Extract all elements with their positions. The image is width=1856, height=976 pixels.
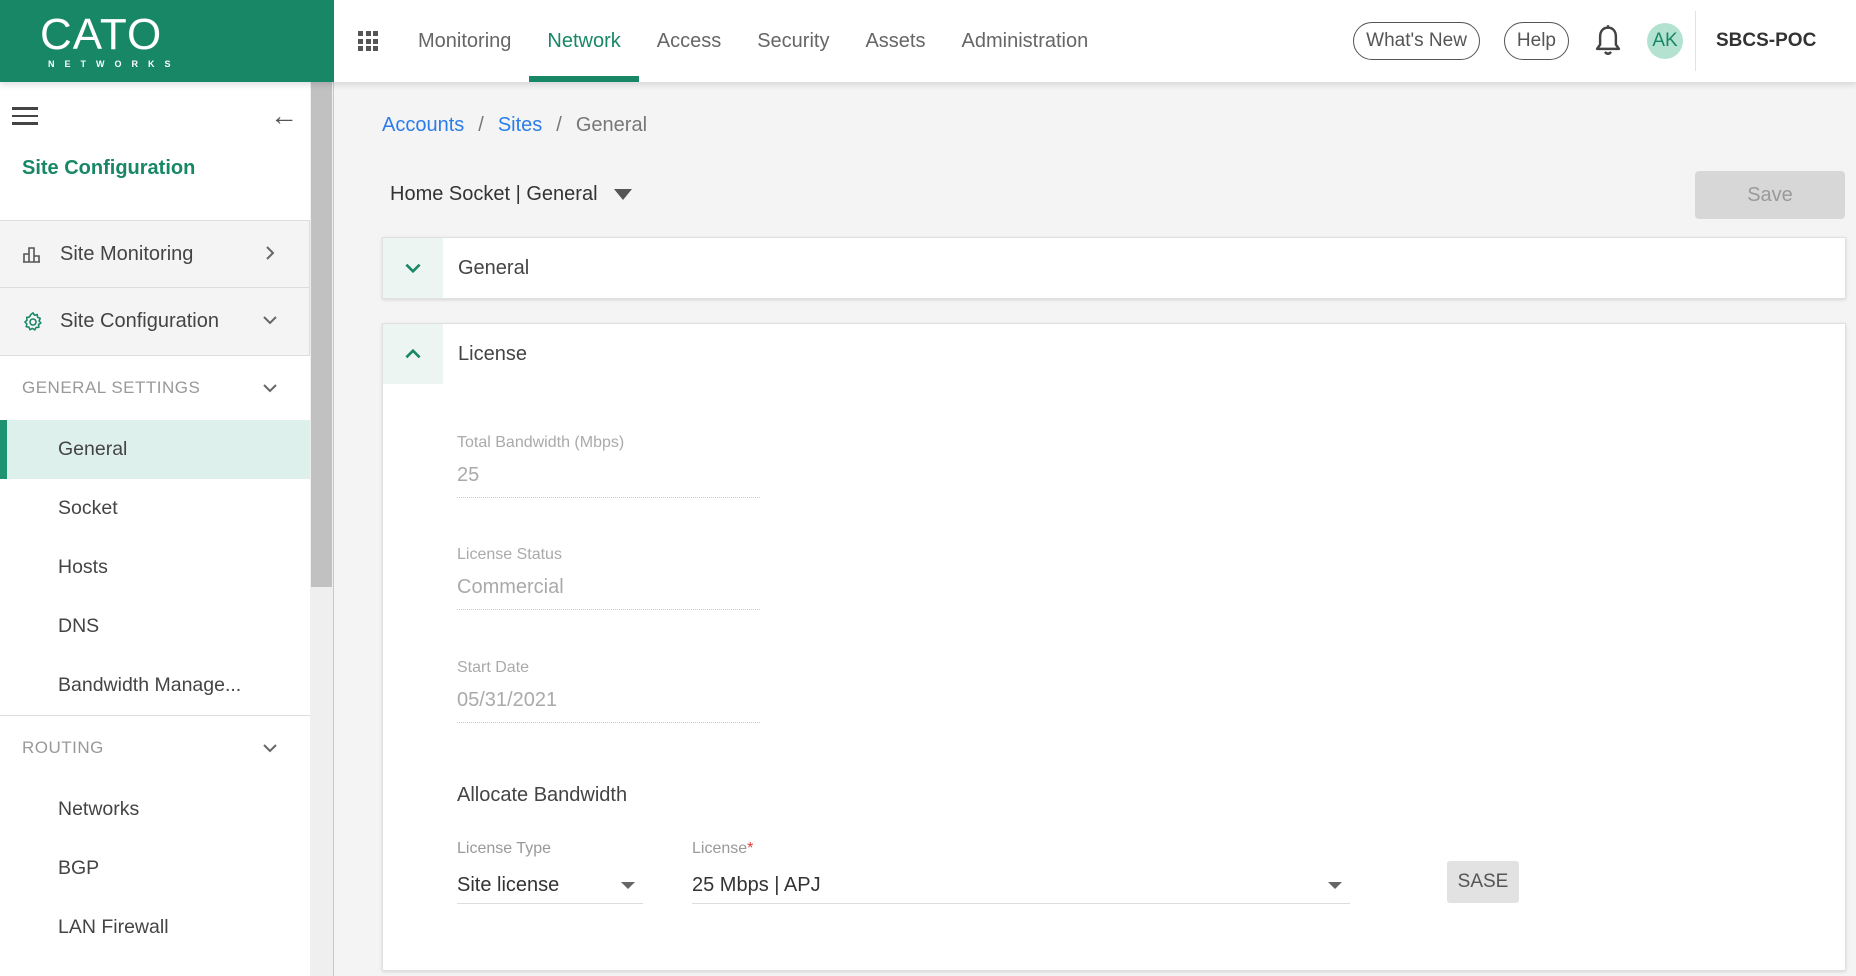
field-label: License* [692,840,1350,858]
start-date-field: Start Date 05/31/2021 [457,659,760,723]
caret-down-icon [613,189,632,200]
gear-icon [22,311,44,333]
breadcrumb-accounts[interactable]: Accounts [382,114,464,137]
sidebar-item-bandwidth-management[interactable]: Bandwidth Manage... [0,656,310,715]
group-label: GENERAL SETTINGS [22,378,201,397]
select-value: Site license [457,874,560,896]
panel-general: General [382,237,1846,299]
license-select[interactable]: 25 Mbps | APJ [692,868,1350,904]
nav-network[interactable]: Network [529,0,640,82]
panel-license-header[interactable]: License [383,324,1845,384]
field-value: 05/31/2021 [457,689,760,723]
nav-security[interactable]: Security [739,0,847,82]
header-actions: What's New Help AK SBCS-POC [1353,0,1856,82]
sidebar-item-general[interactable]: General [0,420,310,479]
select-value: 25 Mbps | APJ [692,874,821,896]
sidebar-item-networks[interactable]: Networks [0,780,310,839]
sidebar-scrollbar-thumb[interactable] [311,82,332,587]
save-button[interactable]: Save [1695,171,1845,219]
header-divider [1695,11,1696,71]
sidebar-item-lan-firewall[interactable]: LAN Firewall [0,898,310,957]
bell-icon[interactable] [1593,24,1623,58]
dropdown-arrow-icon [1328,882,1342,889]
user-avatar[interactable]: AK [1647,23,1683,59]
sidebar-item-hosts[interactable]: Hosts [0,538,310,597]
license-label-text: License [692,840,748,857]
license-status-field: License Status Commercial [457,546,760,610]
group-general-settings[interactable]: GENERAL SETTINGS [0,356,310,420]
chevron-down-icon [263,744,277,753]
logo-subtext: NETWORKS [48,58,181,69]
help-button[interactable]: Help [1503,22,1569,60]
sidebar-top: ← [0,82,310,154]
field-label: Total Bandwidth (Mbps) [457,434,625,451]
panel-title: License [458,342,527,365]
sidebar-section-site-configuration[interactable]: Site Configuration [0,288,310,356]
nav-assets[interactable]: Assets [847,0,943,82]
sidebar-section-label: Site Monitoring [60,242,194,265]
required-asterisk: * [747,840,754,857]
breadcrumb-current: General [575,114,648,136]
sidebar-item-backhauling[interactable]: Backhauling [0,957,310,976]
sidebar-item-socket[interactable]: Socket [0,479,310,538]
panel-general-header[interactable]: General [383,238,1845,298]
license-type-select[interactable]: Site license [457,868,643,904]
account-name[interactable]: SBCS-POC [1716,30,1856,52]
chevron-right-icon [266,246,275,260]
page-selector-label: Home Socket | General [390,183,598,205]
allocate-bandwidth-title: Allocate Bandwidth [457,784,628,806]
bar-chart-icon [22,244,44,264]
group-label: ROUTING [22,738,104,757]
chevron-down-icon [263,316,277,325]
breadcrumb: Accounts / Sites / General [382,114,647,137]
breadcrumb-sites[interactable]: Sites [498,114,542,137]
sidebar: ← Site Configuration Site Monitoring Sit… [0,82,310,976]
sidebar-section-label: Site Configuration [60,310,219,332]
group-routing[interactable]: ROUTING [0,716,310,780]
total-bandwidth-field: Total Bandwidth (Mbps) 25 [457,434,760,498]
panel-title: General [458,256,530,279]
field-value: 25 [457,464,760,498]
chevron-up-icon [405,348,421,359]
field-label: License Status [457,546,562,563]
sase-badge: SASE [1447,861,1519,903]
panel-license: License Total Bandwidth (Mbps) 25 Licens… [382,323,1846,971]
license-type-field: License Type Site license [457,840,643,904]
sidebar-item-bgp[interactable]: BGP [0,839,310,898]
hamburger-menu-icon[interactable] [12,107,38,125]
site-page-selector[interactable]: Home Socket | General [390,183,632,206]
dropdown-arrow-icon [621,882,635,889]
breadcrumb-separator: / [556,114,562,136]
nav-monitoring[interactable]: Monitoring [400,0,529,82]
collapse-toggle[interactable] [383,324,443,384]
sidebar-title: Site Configuration [22,157,196,179]
top-header: CATO NETWORKS Monitoring Network Access … [0,0,1856,82]
field-label: License Type [457,840,551,857]
sidebar-section-site-monitoring[interactable]: Site Monitoring [0,220,310,288]
field-label: Start Date [457,659,530,676]
nav-administration[interactable]: Administration [944,0,1107,82]
chevron-down-icon [405,263,421,274]
expand-toggle[interactable] [383,238,443,298]
main-nav: Monitoring Network Access Security Asset… [400,0,1106,82]
main-content: Accounts / Sites / General Home Socket |… [334,82,1856,976]
breadcrumb-separator: / [478,114,484,136]
app-window: CATO NETWORKS Monitoring Network Access … [0,0,1856,976]
whats-new-button[interactable]: What's New [1353,22,1480,60]
nav-access[interactable]: Access [639,0,739,82]
license-field: License* 25 Mbps | APJ [692,840,1350,904]
sidebar-item-dns[interactable]: DNS [0,597,310,656]
collapse-sidebar-arrow-icon[interactable]: ← [270,102,298,130]
cato-logo[interactable]: CATO NETWORKS [0,0,334,82]
chevron-down-icon [263,384,277,393]
field-value: Commercial [457,576,760,610]
logo-text: CATO [40,9,163,59]
app-launcher-icon[interactable] [358,31,378,51]
